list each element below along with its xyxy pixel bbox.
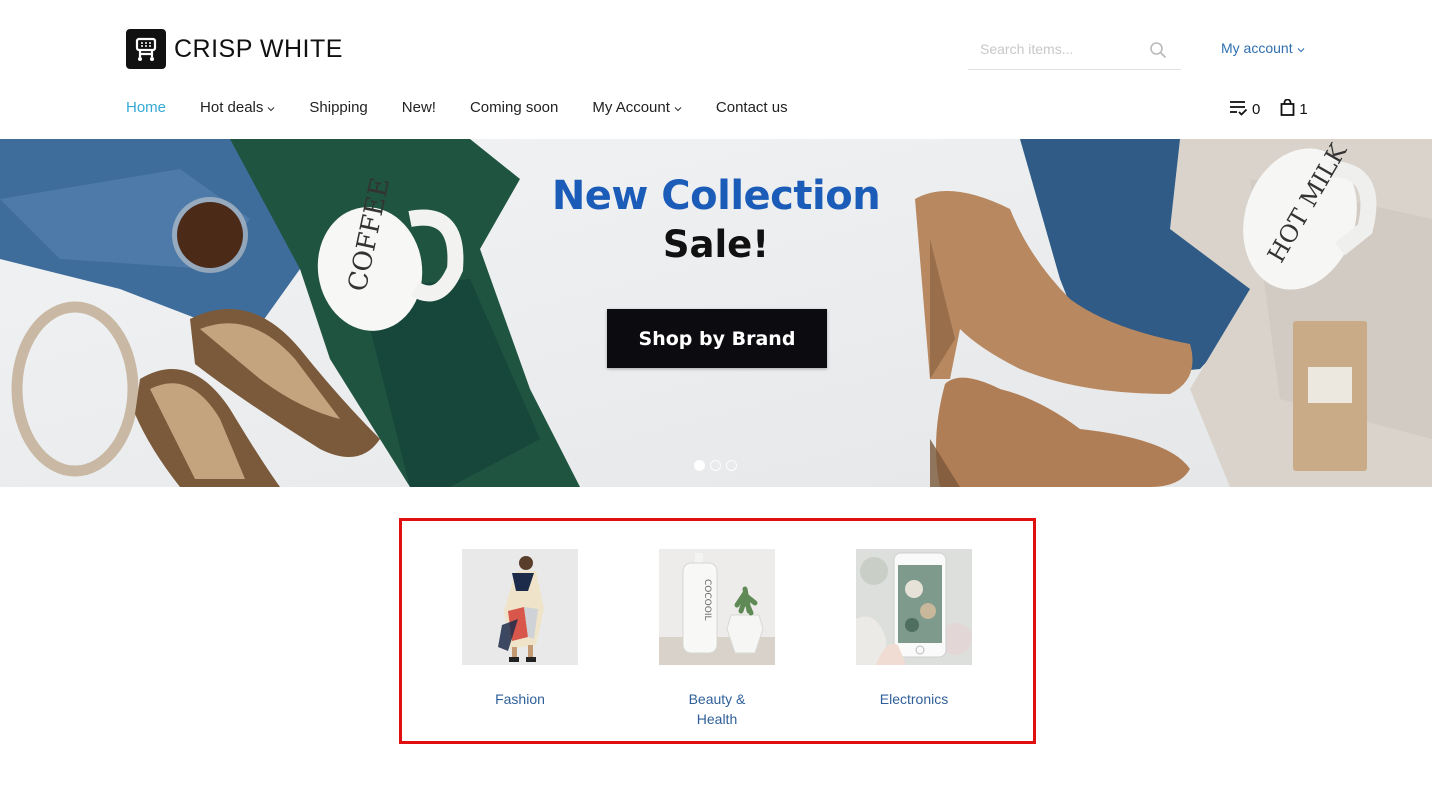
category-electronics[interactable]: Electronics: [829, 549, 999, 709]
chevron-down-icon: [674, 99, 682, 116]
category-image[interactable]: [856, 549, 972, 665]
cart-button[interactable]: 1: [1280, 98, 1308, 120]
nav-item-home[interactable]: Home: [126, 99, 166, 116]
account-label: My account: [1221, 40, 1293, 56]
account-dropdown[interactable]: My account: [1221, 40, 1305, 56]
hero-banner: COFFEE HOT MILK New Collection Sale! Sho…: [0, 139, 1432, 487]
nav-item-label: Contact us: [715, 99, 788, 116]
brand-logo[interactable]: CRISP WHITE: [126, 29, 343, 69]
nav-item-my-account[interactable]: My Account: [592, 99, 682, 116]
category-fashion[interactable]: Fashion: [435, 549, 605, 709]
slider-dots: [694, 460, 737, 471]
nav-item-hot-deals[interactable]: Hot deals: [200, 99, 275, 116]
svg-text:COCOOIL: COCOOIL: [702, 579, 712, 621]
shopping-bag-icon: [1280, 98, 1295, 120]
cart-logo-icon: [126, 29, 166, 69]
main-nav: Home Hot deals Shipping New! Coming soon…: [126, 99, 822, 116]
nav-item-label: New!: [401, 99, 436, 116]
shop-by-brand-button[interactable]: Shop by Brand: [607, 309, 827, 368]
checklist-icon: [1229, 100, 1248, 120]
category-image[interactable]: [462, 549, 578, 665]
nav-item-shipping[interactable]: Shipping: [309, 99, 367, 116]
slider-dot[interactable]: [710, 460, 721, 471]
category-beauty-health[interactable]: COCOOIL Beauty & Health: [632, 549, 802, 729]
nav-item-new[interactable]: New!: [402, 99, 436, 116]
category-label: Fashion: [495, 691, 545, 707]
hero-heading: New Collection: [551, 173, 881, 219]
slider-dot[interactable]: [694, 460, 705, 471]
nav-item-label: Hot deals: [200, 99, 264, 116]
slider-dot[interactable]: [726, 460, 737, 471]
category-label: Electronics: [879, 691, 949, 707]
search-input[interactable]: [980, 38, 1150, 60]
hero-subheading: Sale!: [662, 223, 770, 266]
header-counters: 0 1: [1229, 98, 1308, 120]
cart-count: 1: [1299, 101, 1308, 118]
nav-item-label: Shipping: [309, 99, 368, 116]
nav-item-contact-us[interactable]: Contact us: [716, 99, 788, 116]
wishlist-count: 0: [1252, 101, 1261, 118]
category-section: Fashion COCOOIL Beauty & Health Electron…: [399, 518, 1036, 744]
nav-item-coming-soon[interactable]: Coming soon: [470, 99, 558, 116]
nav-item-label: Home: [126, 99, 167, 116]
wishlist-button[interactable]: 0: [1229, 100, 1260, 120]
brand-name: CRISP WHITE: [174, 34, 343, 63]
search-icon[interactable]: [1149, 41, 1167, 64]
category-image[interactable]: COCOOIL: [659, 549, 775, 665]
nav-item-label: My Account: [592, 99, 670, 116]
category-label: Beauty & Health: [688, 691, 746, 727]
nav-item-label: Coming soon: [469, 99, 559, 116]
chevron-down-icon: [267, 99, 275, 116]
search-box: [968, 30, 1181, 70]
chevron-down-icon: [1297, 40, 1305, 56]
